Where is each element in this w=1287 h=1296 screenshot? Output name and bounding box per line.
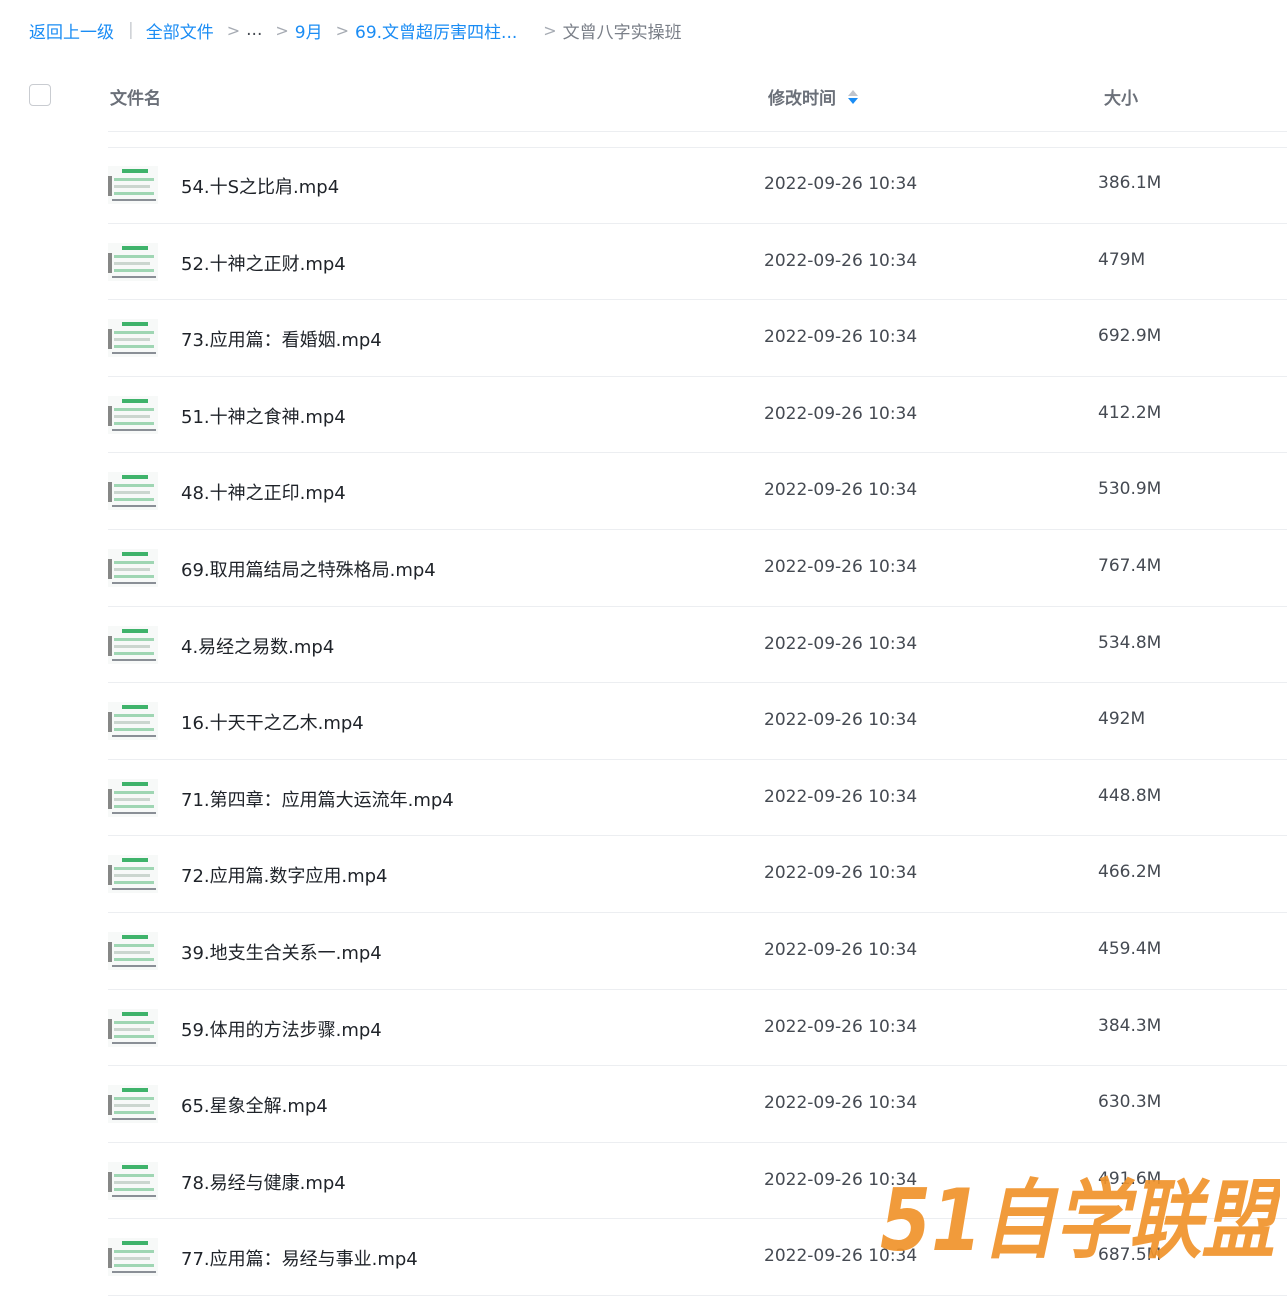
file-name[interactable]: 73.应用篇：看婚姻.mp4 (181, 326, 382, 352)
file-name[interactable]: 69.取用篇结局之特殊格局.mp4 (181, 556, 436, 582)
column-header-size[interactable]: 大小 (1104, 84, 1138, 109)
file-name[interactable]: 65.星象全解.mp4 (181, 1092, 328, 1118)
file-name[interactable]: 16.十天干之乙木.mp4 (181, 709, 364, 735)
video-thumbnail[interactable] (108, 778, 158, 817)
file-size: 448.8M (1098, 785, 1162, 806)
file-size: 534.8M (1098, 632, 1162, 653)
crumb-course[interactable]: 69.文曾超厉害四柱... (355, 18, 517, 43)
file-modified-time: 2022-09-26 10:34 (764, 556, 918, 577)
file-modified-time: 2022-09-26 10:34 (764, 710, 918, 731)
file-row[interactable]: 51.十神之食神.mp4 2022-09-26 10:34 412.2M (108, 377, 1287, 454)
column-header-time[interactable]: 修改时间 (768, 84, 858, 109)
file-size: 687.5M (1098, 1245, 1162, 1266)
file-name[interactable]: 59.体用的方法步骤.mp4 (181, 1016, 382, 1042)
file-row[interactable]: 54.十S之比肩.mp4 2022-09-26 10:34 386.1M (108, 147, 1287, 224)
file-row[interactable]: 39.地支生合关系一.mp4 2022-09-26 10:34 459.4M (108, 913, 1287, 990)
file-row[interactable]: 71.第四章：应用篇大运流年.mp4 2022-09-26 10:34 448.8M (108, 760, 1287, 837)
video-thumbnail[interactable] (108, 319, 158, 358)
header-divider (108, 131, 1287, 132)
video-thumbnail[interactable] (108, 242, 158, 281)
file-row[interactable]: 4.易经之易数.mp4 2022-09-26 10:34 534.8M (108, 607, 1287, 684)
file-row[interactable]: 77.应用篇：易经与事业.mp4 2022-09-26 10:34 687.5M (108, 1219, 1287, 1296)
chevron-right-icon: > (335, 20, 349, 40)
file-row[interactable]: 78.易经与健康.mp4 2022-09-26 10:34 491.6M (108, 1143, 1287, 1220)
file-modified-time: 2022-09-26 10:34 (764, 327, 918, 348)
back-link[interactable]: 返回上一级 (29, 18, 114, 43)
file-size: 492M (1098, 709, 1146, 730)
file-name[interactable]: 52.十神之正财.mp4 (181, 250, 346, 276)
video-thumbnail[interactable] (108, 1085, 158, 1124)
crumb-current: 文曾八字实操班 (562, 22, 682, 43)
file-name[interactable]: 72.应用篇.数字应用.mp4 (181, 862, 387, 888)
crumb-month[interactable]: 9月 (295, 18, 323, 43)
column-header-name[interactable]: 文件名 (110, 84, 161, 109)
select-all-checkbox[interactable] (29, 84, 51, 106)
file-size: 412.2M (1098, 402, 1162, 423)
file-modified-time: 2022-09-26 10:34 (764, 1169, 918, 1190)
file-modified-time: 2022-09-26 10:34 (764, 1016, 918, 1037)
file-row[interactable]: 52.十神之正财.mp4 2022-09-26 10:34 479M (108, 224, 1287, 301)
crumb-all-files[interactable]: 全部文件 (146, 18, 214, 43)
file-row[interactable]: 69.取用篇结局之特殊格局.mp4 2022-09-26 10:34 767.4M (108, 530, 1287, 607)
file-row[interactable]: 72.应用篇.数字应用.mp4 2022-09-26 10:34 466.2M (108, 836, 1287, 913)
video-thumbnail[interactable] (108, 931, 158, 970)
file-row[interactable]: 65.星象全解.mp4 2022-09-26 10:34 630.3M (108, 1066, 1287, 1143)
file-list: 54.十S之比肩.mp4 2022-09-26 10:34 386.1M 52.十神之… (0, 147, 1287, 1296)
file-modified-time: 2022-09-26 10:34 (764, 1093, 918, 1114)
file-size: 479M (1098, 249, 1146, 270)
video-thumbnail[interactable] (108, 395, 158, 434)
file-modified-time: 2022-09-26 10:34 (764, 174, 918, 194)
file-name[interactable]: 39.地支生合关系一.mp4 (181, 939, 382, 965)
file-modified-time: 2022-09-26 10:34 (764, 863, 918, 884)
video-thumbnail[interactable] (108, 702, 158, 741)
file-size: 491.6M (1098, 1168, 1162, 1189)
file-name[interactable]: 71.第四章：应用篇大运流年.mp4 (181, 786, 454, 812)
file-name[interactable]: 48.十神之正印.mp4 (181, 479, 346, 505)
file-size: 630.3M (1098, 1092, 1162, 1113)
video-thumbnail[interactable] (108, 548, 158, 587)
video-thumbnail[interactable] (108, 1238, 158, 1277)
file-row[interactable]: 59.体用的方法步骤.mp4 2022-09-26 10:34 384.3M (108, 990, 1287, 1067)
file-modified-time: 2022-09-26 10:34 (764, 633, 918, 654)
video-thumbnail[interactable] (108, 472, 158, 511)
file-row[interactable]: 48.十神之正印.mp4 2022-09-26 10:34 530.9M (108, 453, 1287, 530)
chevron-right-icon: > (543, 20, 557, 40)
video-thumbnail[interactable] (108, 1161, 158, 1200)
file-modified-time: 2022-09-26 10:34 (764, 250, 918, 271)
file-name[interactable]: 77.应用篇：易经与事业.mp4 (181, 1245, 418, 1271)
video-thumbnail[interactable] (108, 166, 158, 204)
breadcrumb: 返回上一级 | 全部文件 > ... > 9月 > 69.文曾超厉害四柱... … (29, 17, 682, 43)
file-row[interactable]: 16.十天干之乙木.mp4 2022-09-26 10:34 492M (108, 683, 1287, 760)
file-name[interactable]: 78.易经与健康.mp4 (181, 1169, 346, 1195)
table-header: 文件名 修改时间 大小 (0, 60, 1287, 132)
file-size: 767.4M (1098, 555, 1162, 576)
video-thumbnail[interactable] (108, 625, 158, 664)
video-thumbnail[interactable] (108, 1008, 158, 1047)
file-size: 692.9M (1098, 326, 1162, 347)
chevron-right-icon: > (275, 20, 289, 40)
file-modified-time: 2022-09-26 10:34 (764, 403, 918, 424)
breadcrumb-divider: | (128, 20, 134, 40)
sort-icon[interactable] (848, 89, 858, 104)
file-name[interactable]: 54.十S之比肩.mp4 (181, 173, 339, 199)
file-modified-time: 2022-09-26 10:34 (764, 939, 918, 960)
file-name[interactable]: 4.易经之易数.mp4 (181, 633, 334, 659)
file-size: 530.9M (1098, 479, 1162, 500)
video-thumbnail[interactable] (108, 855, 158, 894)
file-row[interactable]: 73.应用篇：看婚姻.mp4 2022-09-26 10:34 692.9M (108, 300, 1287, 377)
crumb-ellipsis[interactable]: ... (246, 20, 262, 40)
file-modified-time: 2022-09-26 10:34 (764, 1246, 918, 1267)
chevron-right-icon: > (226, 20, 241, 40)
file-size: 459.4M (1098, 938, 1162, 959)
file-size: 466.2M (1098, 862, 1162, 883)
column-header-time-label: 修改时间 (768, 89, 836, 109)
file-modified-time: 2022-09-26 10:34 (764, 786, 918, 807)
file-size: 384.3M (1098, 1015, 1162, 1036)
file-size: 386.1M (1098, 173, 1162, 193)
file-name[interactable]: 51.十神之食神.mp4 (181, 403, 346, 429)
file-modified-time: 2022-09-26 10:34 (764, 480, 918, 501)
